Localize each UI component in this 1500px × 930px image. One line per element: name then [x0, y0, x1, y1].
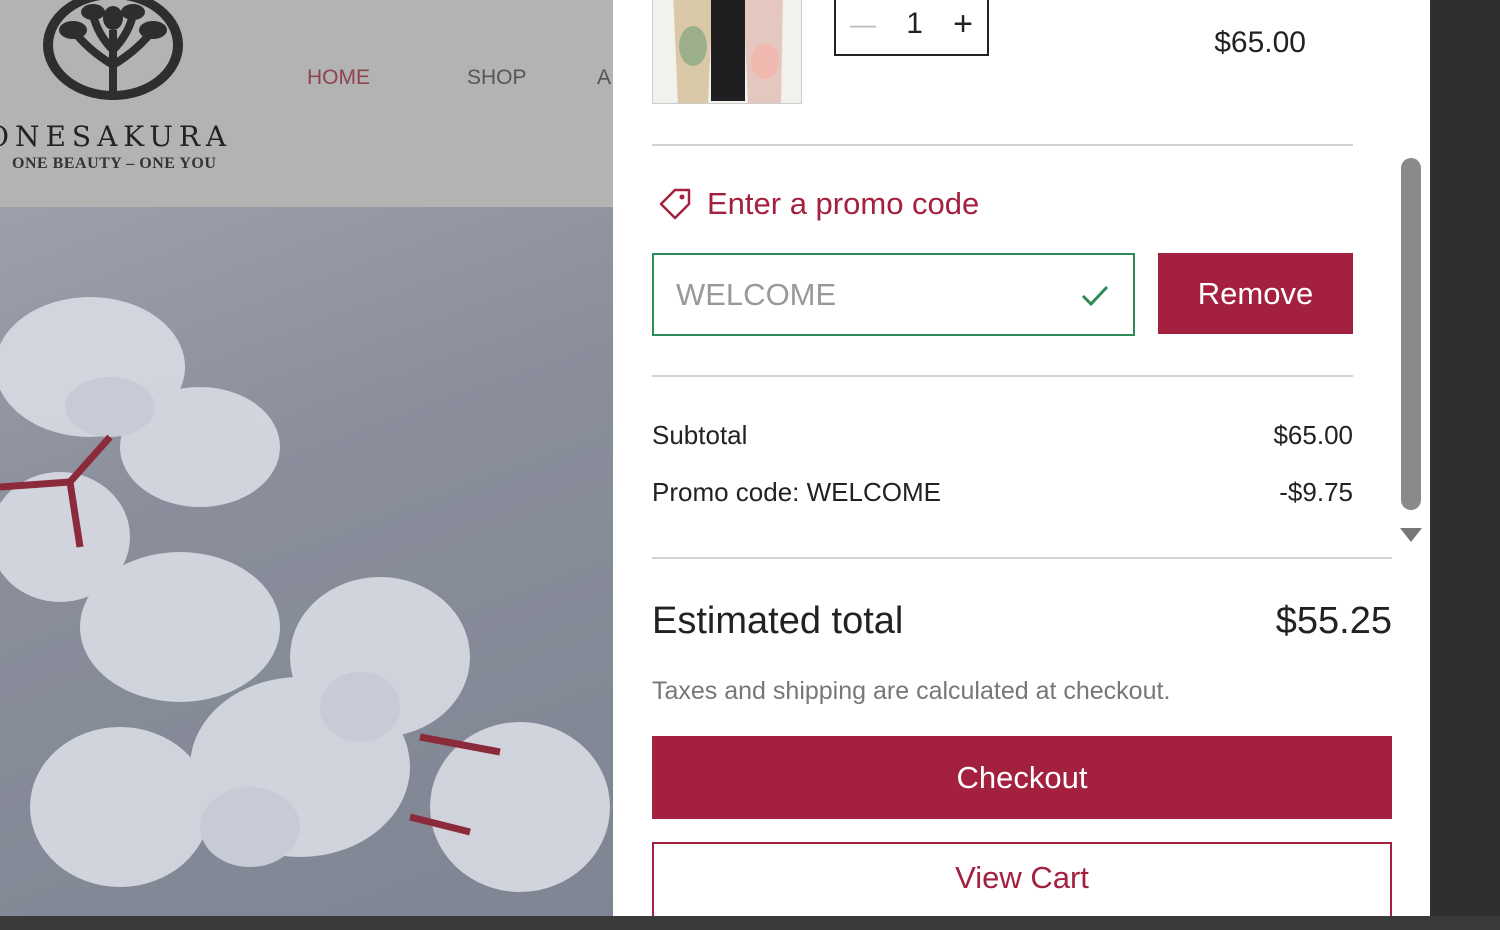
site-header: ONESAKURA ONE BEAUTY – ONE YOU HOME SHOP… — [0, 0, 613, 207]
nav-home-link[interactable]: HOME — [307, 66, 370, 90]
subtotal-value: $65.00 — [1273, 420, 1353, 450]
logo-emblem-icon — [43, 0, 183, 100]
remove-promo-button[interactable]: Remove — [1158, 253, 1353, 334]
divider — [652, 375, 1353, 377]
divider — [652, 557, 1392, 559]
estimated-total-label: Estimated total — [652, 600, 904, 642]
tax-note: Taxes and shipping are calculated at che… — [652, 677, 1171, 705]
product-thumbnail[interactable] — [652, 0, 802, 104]
scrollbar[interactable] — [1399, 158, 1423, 518]
site-background: ONESAKURA ONE BEAUTY – ONE YOU HOME SHOP… — [0, 0, 613, 916]
nav-about-link[interactable]: A — [597, 66, 611, 90]
promo-discount-label: Promo code: WELCOME — [652, 477, 941, 507]
cherry-blossom-image — [0, 297, 610, 892]
quantity-stepper: — 1 + — [834, 0, 989, 56]
promo-code-toggle[interactable]: Enter a promo code — [657, 186, 979, 222]
estimated-total-value: $55.25 — [1275, 600, 1392, 642]
window-bottom-bar — [0, 916, 1500, 930]
item-price: $65.00 — [1214, 26, 1306, 59]
cart-panel: — 1 + $65.00 Enter a promo code Remove S… — [613, 0, 1430, 916]
check-icon — [1081, 285, 1109, 307]
brand-name: ONESAKURA — [0, 120, 233, 153]
decrease-quantity-button[interactable]: — — [850, 9, 876, 40]
view-cart-button[interactable]: View Cart — [652, 842, 1392, 916]
brand-tagline: ONE BEAUTY – ONE YOU — [12, 155, 217, 172]
tag-icon — [659, 188, 691, 220]
scroll-down-icon[interactable] — [1400, 528, 1422, 542]
quantity-value[interactable]: 1 — [906, 7, 923, 41]
hero-image — [0, 207, 613, 916]
promo-code-label: Enter a promo code — [707, 186, 980, 221]
promo-discount-value: -$9.75 — [1279, 477, 1353, 507]
subtotal-label: Subtotal — [652, 420, 748, 450]
increase-quantity-button[interactable]: + — [953, 7, 973, 41]
promo-code-field[interactable] — [652, 253, 1135, 336]
promo-code-input[interactable] — [676, 273, 1056, 317]
window-edge — [1430, 0, 1500, 916]
nav-shop-link[interactable]: SHOP — [467, 66, 527, 90]
divider — [652, 144, 1353, 146]
scrollbar-thumb[interactable] — [1401, 158, 1421, 510]
checkout-button[interactable]: Checkout — [652, 736, 1392, 819]
